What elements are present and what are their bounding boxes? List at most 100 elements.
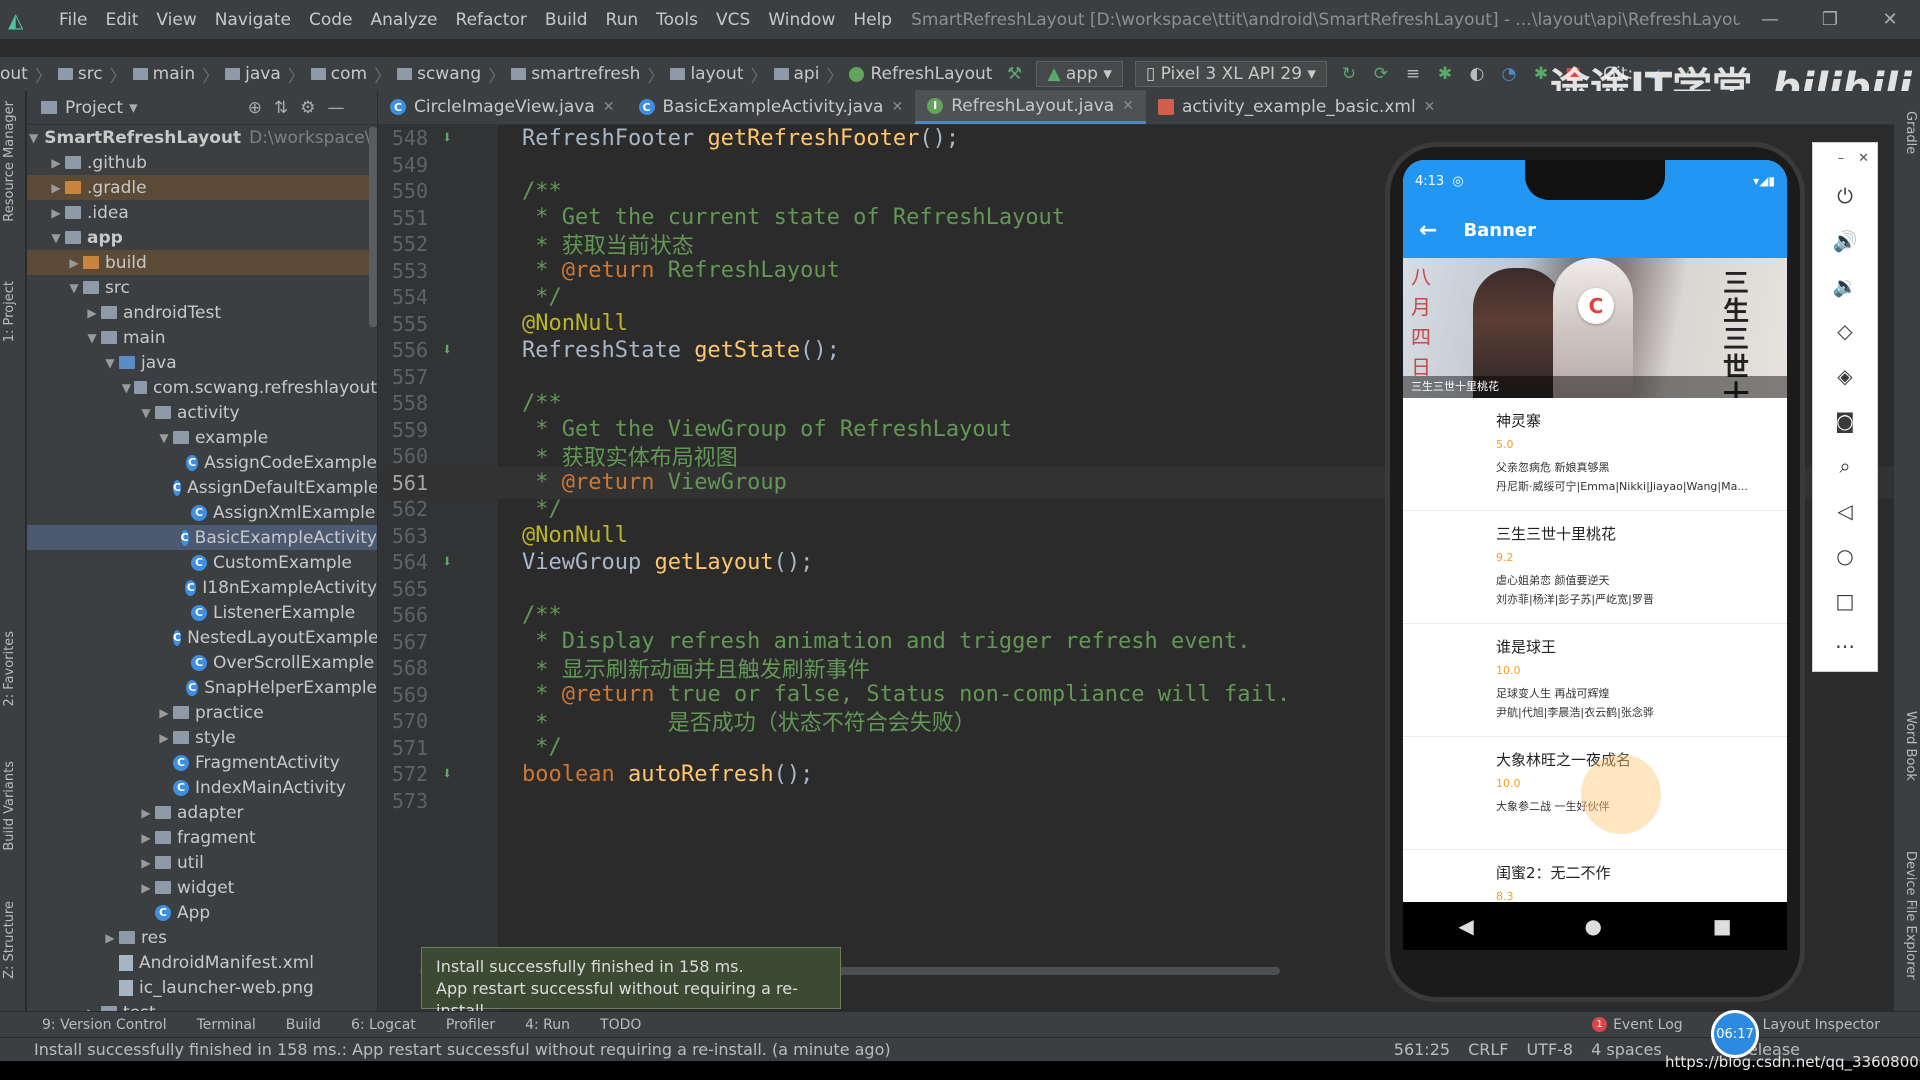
tree-item[interactable]: C FragmentActivity	[27, 750, 377, 775]
tree-item[interactable]: C ListenerExample	[27, 600, 377, 625]
tab-resource-manager[interactable]: Resource Manager	[2, 101, 24, 222]
close-tab-icon[interactable]: ✕	[1424, 99, 1436, 115]
breadcrumb-item[interactable]: com 〉	[305, 62, 391, 87]
expanded-arrow-icon[interactable]: ▼	[65, 281, 83, 295]
breadcrumb-item[interactable]: smartrefresh 〉	[505, 62, 664, 87]
tab-event-log[interactable]: Event Log	[1613, 1017, 1683, 1033]
tab-build[interactable]: Build	[286, 1017, 321, 1033]
tree-item[interactable]: C IndexMainActivity	[27, 775, 377, 800]
close-tab-icon[interactable]: ✕	[603, 99, 615, 115]
tree-item[interactable]: ▼ main	[27, 325, 377, 350]
rotate-right-icon[interactable]: ◈	[1813, 353, 1877, 398]
volume-up-icon[interactable]: 🔊	[1813, 218, 1877, 263]
tree-item[interactable]: C CustomExample	[27, 550, 377, 575]
tree-item[interactable]: ▶ style	[27, 725, 377, 750]
close-tab-icon[interactable]: ✕	[891, 99, 903, 115]
tree-item[interactable]: C AssignDefaultExample	[27, 475, 377, 500]
close-emulator-icon[interactable]: ✕	[1858, 151, 1869, 166]
tree-item[interactable]: ▶ practice	[27, 700, 377, 725]
tree-item[interactable]: ▼ java	[27, 350, 377, 375]
tree-item[interactable]: ▶test	[27, 1000, 377, 1011]
breadcrumb-item[interactable]: scwang 〉	[391, 62, 505, 87]
tree-item[interactable]: C BasicExampleActivity	[27, 525, 377, 550]
editor-tab[interactable]: C CircleImageView.java ✕	[378, 90, 627, 124]
implemented-marker-icon[interactable]: ⬇	[442, 764, 472, 784]
menu-edit[interactable]: Edit	[96, 10, 147, 30]
coverage-icon[interactable]: ◐	[1467, 64, 1487, 84]
tree-item[interactable]: ▼ SmartRefreshLayout D:\workspace\ttit	[27, 125, 377, 150]
tab-logcat[interactable]: 6: Logcat	[351, 1017, 416, 1033]
collapsed-arrow-icon[interactable]: ▶	[47, 206, 65, 220]
tree-item[interactable]: C OverScrollExample	[27, 650, 377, 675]
breadcrumb-item[interactable]: java 〉	[219, 62, 305, 87]
tree-item[interactable]: ▶ build	[27, 250, 377, 275]
breadcrumb-item[interactable]: main 〉	[127, 62, 219, 87]
menu-run[interactable]: Run	[597, 10, 648, 30]
camera-icon[interactable]: ◙	[1813, 398, 1877, 443]
tree-item[interactable]: ▼ src	[27, 275, 377, 300]
gear-icon[interactable]: ⚙	[300, 98, 315, 118]
minimize-emulator-icon[interactable]: –	[1838, 151, 1845, 166]
tab-project[interactable]: 1: Project	[2, 281, 24, 342]
collapsed-arrow-icon[interactable]: ▶	[137, 806, 155, 820]
breadcrumb-current-file[interactable]: RefreshLayout	[843, 64, 992, 84]
tree-item[interactable]: ▶ res	[27, 925, 377, 950]
menu-analyze[interactable]: Analyze	[362, 10, 447, 30]
debug-icon[interactable]: ✱	[1435, 64, 1455, 84]
tree-item[interactable]: ▶ widget	[27, 875, 377, 900]
menu-code[interactable]: Code	[300, 10, 362, 30]
tree-item[interactable]: C NestedLayoutExample	[27, 625, 377, 650]
editor-tab[interactable]: activity_example_basic.xml ✕	[1146, 90, 1447, 124]
project-view-select[interactable]: Project	[65, 98, 123, 118]
close-tab-icon[interactable]: ✕	[1122, 98, 1134, 114]
expanded-arrow-icon[interactable]: ▼	[155, 431, 173, 445]
expanded-arrow-icon[interactable]: ▼	[119, 381, 134, 395]
tree-item[interactable]: ▼ com.scwang.refreshlayout	[27, 375, 377, 400]
home-icon[interactable]: ○	[1813, 533, 1877, 578]
expanded-arrow-icon[interactable]: ▼	[137, 406, 155, 420]
attach-debugger-icon[interactable]: ✱	[1531, 64, 1551, 84]
collapsed-arrow-icon[interactable]: ▶	[137, 831, 155, 845]
collapsed-arrow-icon[interactable]: ▶	[137, 881, 155, 895]
nav-recents-icon[interactable]: ■	[1713, 914, 1732, 938]
apply-code-changes-icon[interactable]: ⟳	[1371, 64, 1391, 84]
tree-item[interactable]: ▶ androidTest	[27, 300, 377, 325]
menu-window[interactable]: Window	[759, 10, 844, 30]
sync-icon[interactable]: ≡	[1403, 64, 1423, 84]
tab-todo[interactable]: TODO	[600, 1017, 641, 1033]
menu-build[interactable]: Build	[536, 10, 597, 30]
collapsed-arrow-icon[interactable]: ▶	[101, 931, 119, 945]
collapsed-arrow-icon[interactable]: ▶	[83, 306, 101, 320]
banner-image[interactable]: 八月四日 三生三世十里桃花 C 三生三世十里桃花	[1403, 258, 1787, 398]
tab-run[interactable]: 4: Run	[525, 1017, 570, 1033]
tab-version-control[interactable]: 9: Version Control	[42, 1017, 167, 1033]
power-icon[interactable]: ⏻	[1813, 173, 1877, 218]
tab-structure[interactable]: Z: Structure	[2, 901, 24, 979]
minimize-icon[interactable]: —	[1740, 9, 1800, 30]
locate-icon[interactable]: ⊕	[248, 98, 262, 118]
tree-item[interactable]: ▼ activity	[27, 400, 377, 425]
apply-changes-icon[interactable]: ↻	[1339, 64, 1359, 84]
file-encoding[interactable]: UTF-8	[1526, 1040, 1573, 1059]
tab-favorites[interactable]: 2: Favorites	[2, 631, 24, 707]
project-scrollbar[interactable]	[369, 127, 377, 327]
menu-help[interactable]: Help	[844, 10, 901, 30]
collapsed-arrow-icon[interactable]: ▶	[155, 706, 173, 720]
movie-list-item[interactable]: 三生三世十里桃花 9.2 虐心姐弟恋 颜值要逆天 刘亦菲|杨洋|彭子苏|严屹宽|罗晋	[1403, 511, 1787, 624]
collapsed-arrow-icon[interactable]: ▶	[65, 256, 83, 270]
breadcrumb-item[interactable]: src 〉	[52, 62, 127, 87]
menu-navigate[interactable]: Navigate	[206, 10, 300, 30]
tree-item[interactable]: C AssignXmlExample	[27, 500, 377, 525]
status-message[interactable]: Install successfully finished in 158 ms.…	[34, 1040, 891, 1059]
tree-item[interactable]: C SnapHelperExample	[27, 675, 377, 700]
menu-refactor[interactable]: Refactor	[447, 10, 536, 30]
tree-item[interactable]: ▶ util	[27, 850, 377, 875]
zoom-icon[interactable]: ⌕	[1813, 443, 1877, 488]
device-select[interactable]: ▯ Pixel 3 XL API 29 ▾	[1134, 61, 1327, 87]
nav-back-icon[interactable]: ◀	[1458, 914, 1473, 938]
tree-item[interactable]: ▶ .idea	[27, 200, 377, 225]
tab-device-file-explorer[interactable]: Device File Explorer	[1896, 851, 1918, 980]
tree-item[interactable]: ▶ fragment	[27, 825, 377, 850]
overview-icon[interactable]: □	[1813, 578, 1877, 623]
tree-item[interactable]: C I18nExampleActivity	[27, 575, 377, 600]
